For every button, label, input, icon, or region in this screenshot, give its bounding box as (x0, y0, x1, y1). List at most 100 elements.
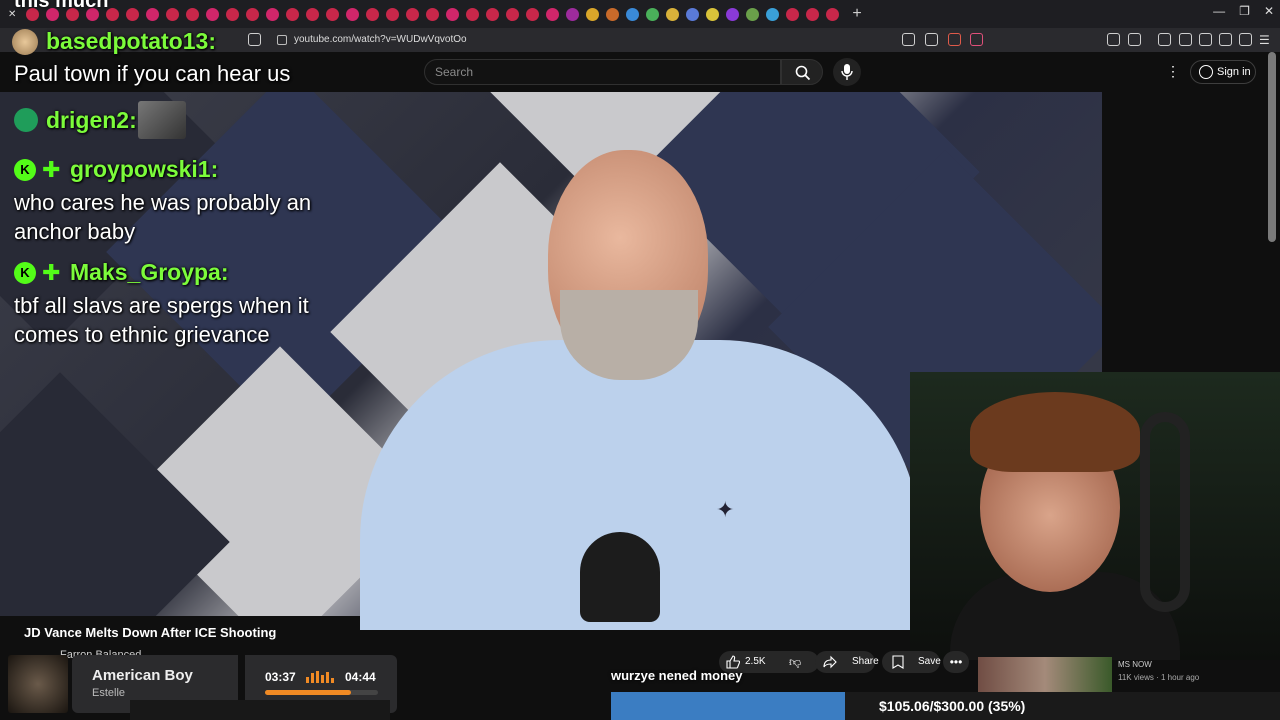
save-button[interactable]: Save (882, 651, 941, 673)
account-icon (1199, 65, 1213, 79)
sign-in-button[interactable]: Sign in (1190, 60, 1256, 84)
overlay-top-text: this much (14, 0, 109, 12)
browser-tab-favicon[interactable] (786, 7, 800, 21)
browser-tab-favicon[interactable] (826, 7, 840, 21)
browser-tab-favicon[interactable] (586, 7, 600, 21)
search-button[interactable] (781, 59, 823, 85)
downloads-icon[interactable] (1219, 33, 1232, 46)
shirt-logo-icon: ✦ (716, 497, 735, 522)
chat-badges: K ✚ (14, 260, 66, 286)
search-icon (795, 65, 811, 81)
browser-tab-favicon[interactable] (146, 7, 160, 21)
browser-tab-favicon[interactable] (266, 7, 280, 21)
restore-icon[interactable]: ❐ (1239, 4, 1250, 18)
minimize-icon[interactable]: — (1213, 4, 1225, 18)
subscriber-badge-icon: ✚ (42, 157, 61, 182)
window-controls: — ❐ ✕ (1213, 4, 1274, 18)
bookmark-icon[interactable] (248, 33, 261, 46)
site-settings-icon[interactable] (277, 35, 287, 45)
subscriber-badge-icon: ✚ (42, 260, 61, 285)
recommended-meta: 11K views · 1 hour ago (1118, 673, 1200, 682)
browser-tab-favicon[interactable] (166, 7, 180, 21)
microphone-icon (841, 64, 853, 80)
screenshot-icon[interactable] (1128, 33, 1141, 46)
thumbs-up-icon (726, 655, 740, 669)
cast-icon[interactable] (902, 33, 915, 46)
search-input[interactable]: Search (424, 59, 781, 85)
browser-tab-strip: ✕ + (0, 0, 1280, 28)
recommended-channel[interactable]: MS NOW (1118, 660, 1152, 669)
settings-kebab-icon[interactable]: ⋮ (1166, 63, 1180, 80)
current-time: 03:37 (265, 670, 296, 684)
sidebar-icon[interactable] (1179, 33, 1192, 46)
close-window-icon[interactable]: ✕ (1264, 4, 1274, 18)
browser-tab-favicon[interactable] (126, 7, 140, 21)
chat-message-line: tbf all slavs are spergs when it (14, 293, 309, 318)
browser-tab-favicon[interactable] (606, 7, 620, 21)
media-icon[interactable] (1158, 33, 1171, 46)
browser-tab-favicon[interactable] (686, 7, 700, 21)
wallet-icon[interactable] (1199, 33, 1212, 46)
browser-tab-favicon[interactable] (206, 7, 220, 21)
share-page-icon[interactable] (925, 33, 938, 46)
browser-tab-favicon[interactable] (526, 7, 540, 21)
rewards-icon[interactable] (970, 33, 983, 46)
browser-tab-favicon[interactable] (326, 7, 340, 21)
more-actions-button[interactable]: ••• (943, 651, 969, 673)
browser-tab-favicon[interactable] (726, 7, 740, 21)
browser-tab-favicon[interactable] (306, 7, 320, 21)
address-bar[interactable]: youtube.com/watch?v=WUDwVqvotOo (268, 31, 988, 49)
browser-tab-favicon[interactable] (406, 7, 420, 21)
browser-tab-favicon[interactable] (226, 7, 240, 21)
chat-username: groypowski1: (70, 156, 219, 182)
donation-goal-text: $105.06/$300.00 (35%) (879, 698, 1026, 714)
browser-tab-favicon[interactable] (566, 7, 580, 21)
browser-tab-favicon[interactable] (426, 7, 440, 21)
page-scrollbar[interactable] (1268, 52, 1276, 242)
thumbs-down-icon[interactable]: 👎︎ (789, 651, 801, 673)
browser-tab-favicon[interactable] (486, 7, 500, 21)
browser-tab-favicon[interactable] (446, 7, 460, 21)
kick-badge-icon: K (14, 262, 36, 284)
browser-tab-favicon[interactable] (706, 7, 720, 21)
streamer-webcam (910, 372, 1280, 660)
menu-icon[interactable]: ☰ (1259, 33, 1272, 47)
browser-tab-favicon[interactable] (626, 7, 640, 21)
browser-tab-favicon[interactable] (806, 7, 820, 21)
extensions-icon[interactable] (1107, 33, 1120, 46)
browser-tab-favicon[interactable] (286, 7, 300, 21)
chat-message-line: who cares he was probably an (14, 190, 312, 215)
chat-message-line: comes to ethnic grievance (14, 322, 270, 347)
browser-tab-favicon[interactable] (766, 7, 780, 21)
chat-username: drigen2: (46, 107, 137, 133)
streamer-hair (970, 392, 1140, 472)
like-count: 2.5K (745, 656, 766, 667)
browser-tab-favicon[interactable] (746, 7, 760, 21)
chat-avatar (12, 29, 38, 55)
share-label: Share (852, 656, 879, 667)
browser-tab-favicon[interactable] (646, 7, 660, 21)
chat-avatar (14, 108, 38, 132)
recommended-video-thumbnail[interactable] (978, 657, 1112, 693)
vpn-icon[interactable] (1239, 33, 1252, 46)
voice-search-button[interactable] (833, 58, 861, 86)
video-title: JD Vance Melts Down After ICE Shooting (24, 625, 277, 640)
browser-tab-favicon[interactable] (666, 7, 680, 21)
browser-tab-favicon[interactable] (366, 7, 380, 21)
new-tab-button[interactable]: + (852, 5, 861, 23)
chat-message-line: anchor baby (14, 219, 136, 244)
chat-username: basedpotato13: (46, 28, 216, 54)
browser-tab-favicon[interactable] (386, 7, 400, 21)
browser-tab-favicon[interactable] (186, 7, 200, 21)
browser-tab-favicon[interactable] (506, 7, 520, 21)
browser-tab-favicon[interactable] (466, 7, 480, 21)
headphones (1140, 412, 1190, 612)
browser-tab-favicon[interactable] (246, 7, 260, 21)
song-progress-fill (265, 690, 351, 695)
equalizer-icon (306, 671, 338, 683)
brave-shield-icon[interactable] (948, 33, 961, 46)
browser-tab-favicon[interactable] (546, 7, 560, 21)
browser-tab-favicon[interactable] (346, 7, 360, 21)
total-time: 04:44 (345, 670, 376, 684)
share-button[interactable]: Share (815, 651, 879, 673)
